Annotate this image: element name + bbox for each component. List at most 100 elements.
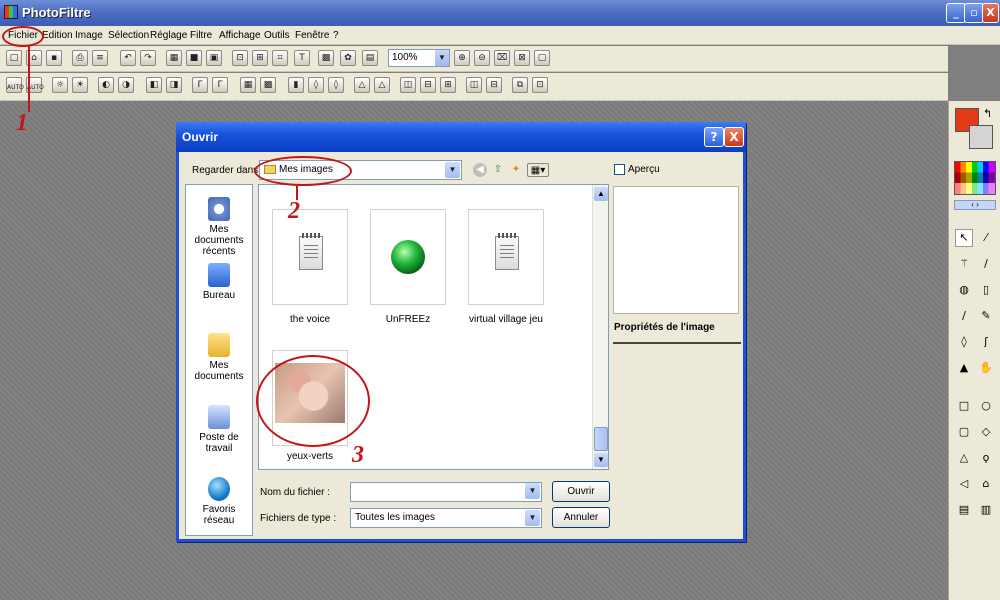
- hand-tool-icon[interactable]: ✋: [977, 359, 995, 377]
- view-menu-icon[interactable]: ▦▾: [527, 163, 549, 177]
- lasso-icon[interactable]: ϙ: [977, 449, 995, 467]
- canvas-size-icon[interactable]: ⊞: [252, 50, 268, 66]
- open-button[interactable]: Ouvrir: [552, 481, 610, 502]
- menu-outils[interactable]: Outils: [264, 30, 290, 41]
- place-my-documents[interactable]: Mes documents: [186, 333, 252, 382]
- preview-checkbox[interactable]: [614, 164, 625, 175]
- fit-window-icon[interactable]: ⌧: [494, 50, 510, 66]
- new-file-icon[interactable]: □: [6, 50, 22, 66]
- scroll-up-icon[interactable]: ▲: [594, 187, 608, 201]
- spray-tool-icon[interactable]: ▯: [977, 281, 995, 299]
- menu-selection[interactable]: Sélection: [108, 30, 149, 41]
- menu-help[interactable]: ?: [333, 30, 339, 41]
- gamma-plus-icon[interactable]: Γ: [212, 77, 228, 93]
- polygon-select-icon[interactable]: ◁: [955, 475, 973, 493]
- chevron-down-icon[interactable]: ▼: [525, 483, 540, 499]
- restore-button[interactable]: ▫: [964, 3, 984, 23]
- new-folder-icon[interactable]: ✦: [509, 163, 523, 177]
- filetype-select[interactable]: Toutes les images ▼: [350, 508, 542, 528]
- blur-tool-icon[interactable]: ◊: [955, 333, 973, 351]
- menu-edition[interactable]: Edition: [42, 30, 73, 41]
- redo-icon[interactable]: ↷: [140, 50, 156, 66]
- pencil-tool-icon[interactable]: ✎: [977, 307, 995, 325]
- color-icon[interactable]: ■: [186, 50, 202, 66]
- zoom-out-icon[interactable]: ⊖: [474, 50, 490, 66]
- chevron-down-icon[interactable]: ▼: [445, 162, 460, 178]
- gamma-minus-icon[interactable]: Γ: [192, 77, 208, 93]
- folder-shape-icon[interactable]: ⌂: [977, 475, 995, 493]
- menu-reglage[interactable]: Réglage: [150, 30, 187, 41]
- split-icon[interactable]: ⊟: [486, 77, 502, 93]
- select-all-icon[interactable]: ▤: [955, 501, 973, 519]
- image-size-icon[interactable]: ⊡: [232, 50, 248, 66]
- place-my-computer[interactable]: Poste de travail: [186, 405, 252, 454]
- grayscale-icon[interactable]: ▦: [166, 50, 182, 66]
- line-tool-icon[interactable]: /: [977, 255, 995, 273]
- auto-level-icon[interactable]: AUTO: [6, 77, 24, 93]
- saturation-minus-icon[interactable]: ◧: [146, 77, 162, 93]
- filename-dropdown[interactable]: ▼: [525, 482, 541, 502]
- drop-plus-icon[interactable]: ◊: [328, 77, 344, 93]
- rotate-icon[interactable]: ⊞: [440, 77, 456, 93]
- back-icon[interactable]: ◀: [473, 163, 487, 177]
- crop-auto-icon[interactable]: ⊡: [532, 77, 548, 93]
- brightness-plus-icon[interactable]: ☀: [72, 77, 88, 93]
- contrast-minus-icon[interactable]: ◐: [98, 77, 114, 93]
- triangle-plus-icon[interactable]: △: [374, 77, 390, 93]
- scan-icon[interactable]: ≡: [92, 50, 108, 66]
- place-recent-documents[interactable]: Mes documents récents: [186, 197, 252, 257]
- triangle-icon[interactable]: △: [354, 77, 370, 93]
- menu-image[interactable]: Image: [75, 30, 103, 41]
- text-icon[interactable]: T: [294, 50, 310, 66]
- actual-size-icon[interactable]: ⊠: [514, 50, 530, 66]
- crop-icon[interactable]: ⌗: [272, 50, 288, 66]
- file-item-virtual-village[interactable]: virtual village jeu: [468, 209, 544, 325]
- color-grid[interactable]: [954, 161, 996, 195]
- undo-icon[interactable]: ↶: [120, 50, 136, 66]
- resize-icon[interactable]: ⧉: [512, 77, 528, 93]
- cancel-button[interactable]: Annuler: [552, 507, 610, 528]
- effect-icon[interactable]: ✿: [340, 50, 356, 66]
- transform-icon[interactable]: ◫: [466, 77, 482, 93]
- smudge-tool-icon[interactable]: ʃ: [977, 333, 995, 351]
- pointer-tool-icon[interactable]: ↖: [955, 229, 973, 247]
- contrast-plus-icon[interactable]: ◑: [118, 77, 134, 93]
- filename-input[interactable]: ▼: [350, 482, 542, 502]
- zoom-select[interactable]: 100% ▼: [388, 49, 450, 67]
- chevron-down-icon[interactable]: ▼: [435, 50, 449, 66]
- menu-fenetre[interactable]: Fenêtre: [295, 30, 329, 41]
- flip-vertical-icon[interactable]: ⊟: [420, 77, 436, 93]
- triangle-select-icon[interactable]: △: [955, 449, 973, 467]
- chevron-down-icon[interactable]: ▼: [525, 510, 540, 526]
- close-button[interactable]: X: [982, 3, 999, 23]
- ellipse-select-icon[interactable]: ○: [977, 397, 995, 415]
- file-item-the-voice[interactable]: the voice: [272, 209, 348, 325]
- scroll-down-icon[interactable]: ▼: [594, 453, 608, 467]
- fullscreen-icon[interactable]: ▢: [534, 50, 550, 66]
- soften-icon[interactable]: ▮: [288, 77, 304, 93]
- flip-horizontal-icon[interactable]: ◫: [400, 77, 416, 93]
- palette-scroll[interactable]: ‹ ›: [954, 200, 996, 210]
- stamp-tool-icon[interactable]: ▲: [955, 359, 973, 377]
- help-button[interactable]: ?: [704, 127, 724, 147]
- saturation-plus-icon[interactable]: ◨: [166, 77, 182, 93]
- menu-affichage[interactable]: Affichage: [219, 30, 261, 41]
- rect-select-icon[interactable]: □: [955, 397, 973, 415]
- fill-tool-icon[interactable]: ◍: [955, 281, 973, 299]
- dialog-close-button[interactable]: X: [724, 127, 744, 147]
- drop-icon[interactable]: ◊: [308, 77, 324, 93]
- eyedropper-tool-icon[interactable]: ⁄: [977, 229, 995, 247]
- menu-filtre[interactable]: Filtre: [190, 30, 212, 41]
- window-icon[interactable]: ▤: [362, 50, 378, 66]
- sharpen-icon[interactable]: ▩: [260, 77, 276, 93]
- up-folder-icon[interactable]: ⇧: [491, 163, 505, 177]
- brightness-minus-icon[interactable]: ☼: [52, 77, 68, 93]
- mask-icon[interactable]: ▣: [206, 50, 222, 66]
- background-color-swatch[interactable]: [969, 125, 993, 149]
- swap-colors-icon[interactable]: ↰: [983, 107, 992, 120]
- invert-select-icon[interactable]: ▥: [977, 501, 995, 519]
- scrollbar-thumb[interactable]: [594, 427, 608, 451]
- magic-wand-icon[interactable]: ⚚: [955, 255, 973, 273]
- brush-tool-icon[interactable]: ∕: [955, 307, 973, 325]
- frame-icon[interactable]: ▩: [318, 50, 334, 66]
